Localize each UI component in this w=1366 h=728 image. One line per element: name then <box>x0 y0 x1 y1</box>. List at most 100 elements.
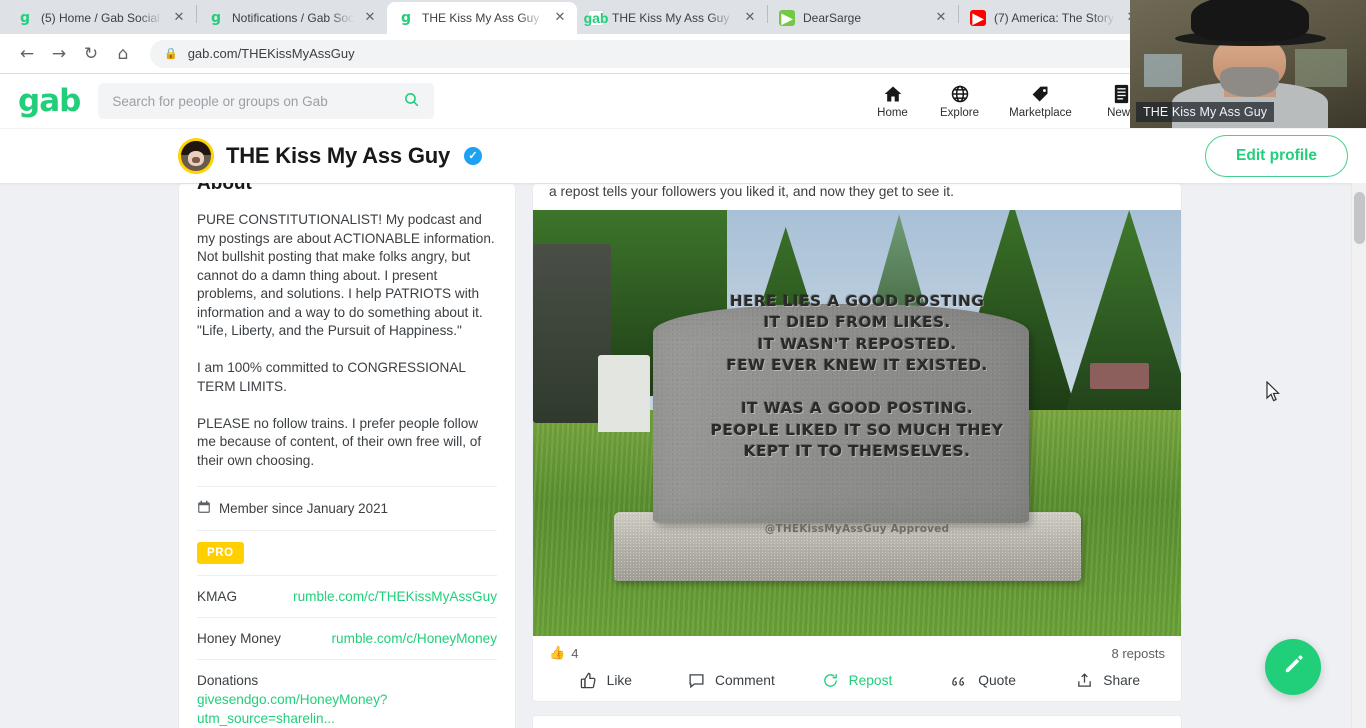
repost-button[interactable]: Repost <box>794 672 920 689</box>
gab-logo[interactable]: gab <box>18 85 81 117</box>
webcam-window <box>1295 48 1348 88</box>
post-feed: a repost tells your followers you liked … <box>532 183 1182 728</box>
nav-item-marketplace[interactable]: Marketplace <box>993 84 1088 119</box>
action-label: Quote <box>978 673 1016 688</box>
close-icon[interactable]: ✕ <box>362 10 378 26</box>
avatar[interactable] <box>178 138 214 174</box>
tab-title: (7) America: The Story o <box>994 11 1116 25</box>
action-label: Like <box>606 673 632 688</box>
close-icon[interactable]: ✕ <box>552 10 568 26</box>
field-label: KMAG <box>197 589 238 604</box>
pencil-icon <box>1282 653 1305 681</box>
youtube-icon: ▶ <box>970 10 986 26</box>
calendar-icon <box>197 500 211 517</box>
browser-tab-active[interactable]: g THE Kiss My Ass Guy (@ ✕ <box>387 2 577 34</box>
edit-profile-button[interactable]: Edit profile <box>1205 135 1348 177</box>
pro-badge-row: PRO <box>197 531 497 576</box>
tab-title: DearSarge <box>803 11 862 25</box>
member-since-text: Member since January 2021 <box>219 501 388 516</box>
home-icon <box>883 84 903 105</box>
gab-square-icon: gab <box>583 10 609 26</box>
mouse-cursor <box>1266 380 1281 407</box>
like-count-group[interactable]: 👍 4 <box>549 645 578 661</box>
close-icon[interactable]: ✕ <box>933 10 949 26</box>
browser-tab[interactable]: ▶ (7) America: The Story o ✕ <box>959 2 1149 34</box>
page-body: About PURE CONSTITUTIONALIST! My podcast… <box>0 183 1366 728</box>
reload-button[interactable]: ↻ <box>76 39 106 69</box>
next-post-card[interactable] <box>532 715 1182 728</box>
like-button[interactable]: Like <box>543 672 669 689</box>
news-icon <box>1113 84 1130 105</box>
rumble-icon: ▶ <box>779 10 795 26</box>
about-card: About PURE CONSTITUTIONALIST! My podcast… <box>178 183 516 728</box>
like-count: 4 <box>571 645 579 661</box>
nav-item-explore[interactable]: Explore <box>926 84 993 119</box>
home-button[interactable]: ⌂ <box>108 39 138 69</box>
quote-button[interactable]: Quote <box>920 672 1046 689</box>
comment-button[interactable]: Comment <box>669 672 795 689</box>
lock-icon: 🔒 <box>164 48 178 60</box>
page-title: THE Kiss My Ass Guy ✓ <box>226 143 482 169</box>
gravestone-base-text: @THEKissMyAssGuy Approved <box>764 523 950 536</box>
browser-tab[interactable]: g Notifications / Gab Soc ✕ <box>197 2 387 34</box>
thumbs-up-emoji: 👍 <box>549 645 566 660</box>
verified-badge-icon: ✓ <box>463 146 482 165</box>
profile-field-row: KMAG rumble.com/c/THEKissMyAssGuy <box>197 576 497 618</box>
nav-label: Home <box>877 106 908 119</box>
action-label: Share <box>1103 673 1141 688</box>
gravestone-epitaph-text: HERE LIES A GOOD POSTING IT DIED FROM LI… <box>710 291 1004 461</box>
globe-icon <box>950 84 970 105</box>
repost-count[interactable]: 8 reposts <box>1112 646 1165 661</box>
profile-sidebar: About PURE CONSTITUTIONALIST! My podcast… <box>178 183 516 728</box>
webcam-overlay[interactable]: THE Kiss My Ass Guy <box>1130 0 1366 128</box>
close-icon[interactable]: ✕ <box>171 10 187 26</box>
tab-title: (5) Home / Gab Social <box>41 11 160 25</box>
post-action-bar: Like Comment Repost Quote Share <box>533 668 1181 701</box>
profile-field-row: Honey Money rumble.com/c/HoneyMoney <box>197 618 497 660</box>
browser-tab[interactable]: ▶ DearSarge ✕ <box>768 2 958 34</box>
nav-label: Marketplace <box>1009 106 1072 119</box>
field-link[interactable]: rumble.com/c/HoneyMoney <box>332 631 497 646</box>
repost-icon <box>822 672 839 689</box>
browser-tab[interactable]: gab THE Kiss My Ass Guy | G ✕ <box>577 2 767 34</box>
search-placeholder: Search for people or groups on Gab <box>112 93 328 109</box>
post-stats: 👍 4 8 reposts <box>533 636 1181 668</box>
scrollbar-thumb[interactable] <box>1354 192 1365 244</box>
thumbs-up-icon <box>580 672 597 689</box>
gab-icon: g <box>19 10 31 26</box>
back-button[interactable]: ← <box>12 39 42 69</box>
cowboy-hat-icon <box>1191 0 1310 41</box>
close-icon[interactable]: ✕ <box>742 10 758 26</box>
tab-title: THE Kiss My Ass Guy | G <box>612 11 734 25</box>
status-badge: PRO <box>197 542 244 564</box>
field-link[interactable]: givesendgo.com/HoneyMoney? utm_source=sh… <box>197 690 497 728</box>
compose-button[interactable] <box>1265 639 1321 695</box>
page-scrollbar[interactable] <box>1351 183 1366 728</box>
gab-icon: g <box>210 10 222 26</box>
nav-label: Explore <box>940 106 979 119</box>
quote-icon <box>949 672 968 689</box>
webcam-person-beard <box>1219 66 1279 98</box>
member-since-row: Member since January 2021 <box>197 487 497 531</box>
search-input[interactable]: Search for people or groups on Gab <box>98 83 435 119</box>
profile-display-name: THE Kiss My Ass Guy <box>226 143 451 168</box>
tab-title: Notifications / Gab Soc <box>232 11 354 25</box>
profile-header-bar: THE Kiss My Ass Guy ✓ Edit profile <box>0 129 1366 183</box>
about-text: PURE CONSTITUTIONALIST! My podcast and m… <box>197 212 495 468</box>
about-heading: About <box>197 183 252 194</box>
field-link[interactable]: rumble.com/c/THEKissMyAssGuy <box>293 589 497 604</box>
browser-tab[interactable]: g (5) Home / Gab Social ✕ <box>6 2 196 34</box>
webcam-name-label: THE Kiss My Ass Guy <box>1136 102 1275 122</box>
speech-bubble-icon <box>688 672 705 689</box>
forward-button[interactable]: → <box>44 39 74 69</box>
field-label: Donations <box>197 673 259 688</box>
nav-item-home[interactable]: Home <box>859 84 926 119</box>
search-icon[interactable] <box>403 91 420 111</box>
share-button[interactable]: Share <box>1045 672 1171 689</box>
post-card: a repost tells your followers you liked … <box>532 183 1182 702</box>
donations-field: Donations givesendgo.com/HoneyMoney? utm… <box>197 660 497 728</box>
tombstone-meme-image[interactable]: HERE LIES A GOOD POSTING IT DIED FROM LI… <box>533 210 1181 636</box>
action-label: Comment <box>714 673 775 688</box>
action-label: Repost <box>848 673 893 688</box>
field-label: Honey Money <box>197 631 281 646</box>
